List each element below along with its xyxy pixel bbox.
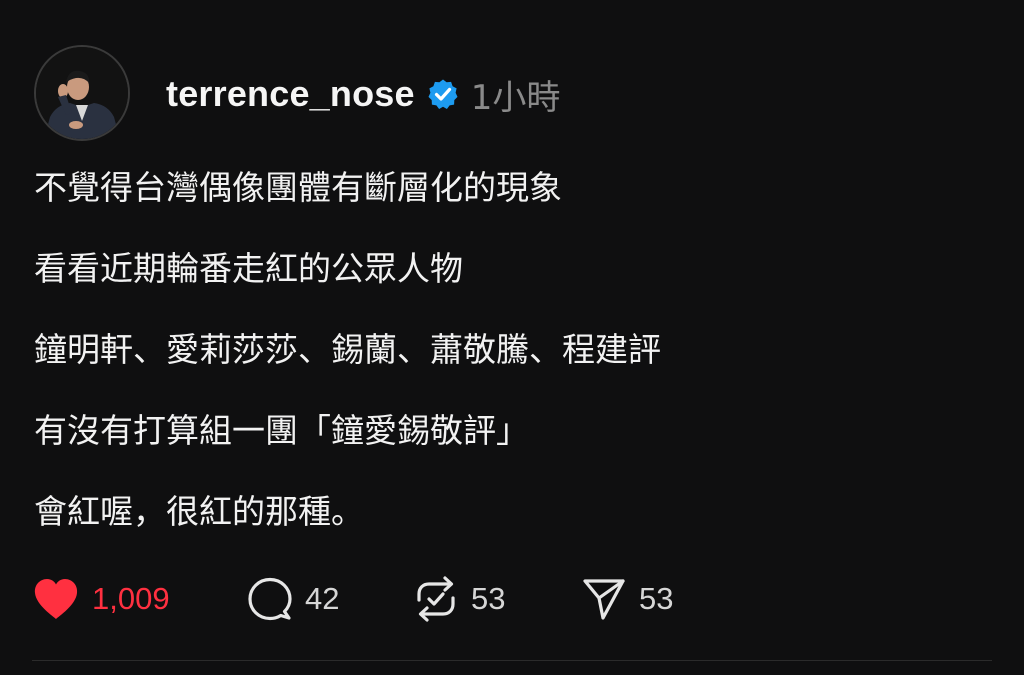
post-text-line: 會紅喔，很紅的那種。: [34, 492, 364, 531]
like-count: 1,009: [92, 581, 170, 616]
send-icon: [581, 576, 627, 622]
post-actions: 1,009 42 53 53: [32, 576, 673, 622]
thread-post: terrence_nose 1小時 不覺得台灣偶像團體有斷層化的現象 看看近期輪…: [0, 0, 1024, 675]
post-body: 不覺得台灣偶像團體有斷層化的現象 看看近期輪番走紅的公眾人物 鐘明軒、愛莉莎莎、…: [34, 168, 974, 573]
repost-button[interactable]: 53: [413, 576, 581, 622]
comment-button[interactable]: 42: [247, 576, 413, 622]
share-count: 53: [639, 581, 674, 616]
like-button[interactable]: 1,009: [32, 577, 247, 621]
heart-icon: [32, 577, 80, 621]
post-divider: [32, 660, 992, 661]
verified-badge-icon: [427, 78, 459, 110]
post-meta: terrence_nose 1小時: [166, 70, 560, 119]
post-timestamp: 1小時: [470, 77, 561, 118]
avatar[interactable]: [34, 45, 130, 141]
share-button[interactable]: 53: [581, 576, 673, 622]
repost-count: 53: [471, 581, 506, 616]
comment-count: 42: [305, 581, 340, 616]
post-header: terrence_nose 1小時: [34, 44, 560, 142]
post-text-line: 看看近期輪番走紅的公眾人物: [34, 249, 463, 288]
post-text-line: 鐘明軒、愛莉莎莎、錫蘭、蕭敬騰、程建評: [34, 330, 661, 369]
username[interactable]: terrence_nose: [166, 73, 415, 115]
post-text-line: 有沒有打算組一團「鐘愛錫敬評」: [34, 411, 529, 450]
repost-icon: [413, 576, 459, 622]
comment-bubble-icon: [247, 576, 293, 622]
post-text-line: 不覺得台灣偶像團體有斷層化的現象: [34, 168, 562, 207]
avatar-photo-icon: [36, 47, 128, 139]
